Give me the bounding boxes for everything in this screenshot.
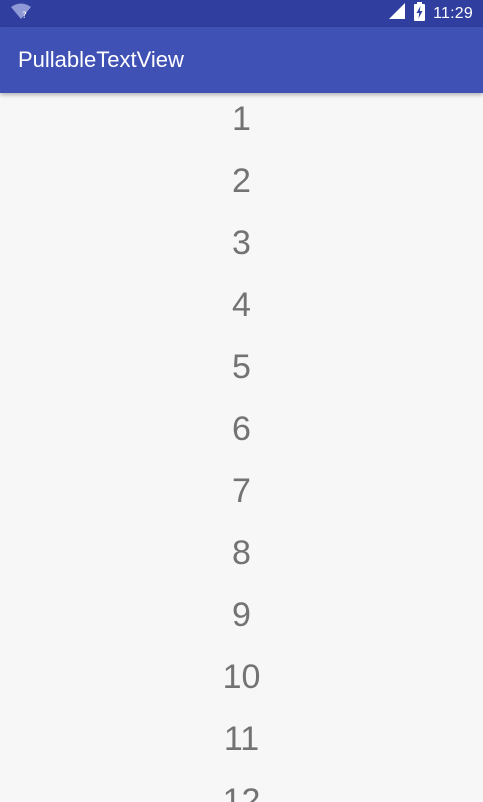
list-item: 3 (232, 224, 251, 262)
list-item: 1 (232, 100, 251, 138)
status-right: 11:29 (388, 0, 473, 27)
list-item: 11 (223, 720, 260, 758)
list-item: 9 (232, 596, 251, 634)
list-item: 6 (232, 410, 251, 448)
list-item: 2 (232, 162, 251, 200)
status-time: 11:29 (433, 4, 473, 22)
list-item: 5 (232, 348, 251, 386)
number-list: 1 2 3 4 5 6 7 8 9 10 11 12 (0, 93, 483, 802)
battery-charging-icon (414, 1, 426, 26)
list-item: 7 (232, 472, 251, 510)
status-left: ? (10, 2, 32, 25)
svg-text:?: ? (22, 11, 27, 20)
pullable-text-view[interactable]: 1 2 3 4 5 6 7 8 9 10 11 12 (0, 93, 483, 802)
app-title: PullableTextView (18, 47, 184, 72)
wifi-unknown-icon: ? (10, 2, 32, 25)
app-bar: PullableTextView (0, 27, 483, 93)
list-item: 10 (222, 658, 261, 696)
list-item: 12 (222, 782, 261, 802)
list-item: 4 (232, 286, 251, 324)
status-bar: ? 11:29 (0, 0, 483, 27)
screen: ? 11:29 PullableTextView 1 2 3 4 5 6 7 8… (0, 0, 483, 802)
signal-icon (388, 2, 406, 25)
list-item: 8 (232, 534, 251, 572)
